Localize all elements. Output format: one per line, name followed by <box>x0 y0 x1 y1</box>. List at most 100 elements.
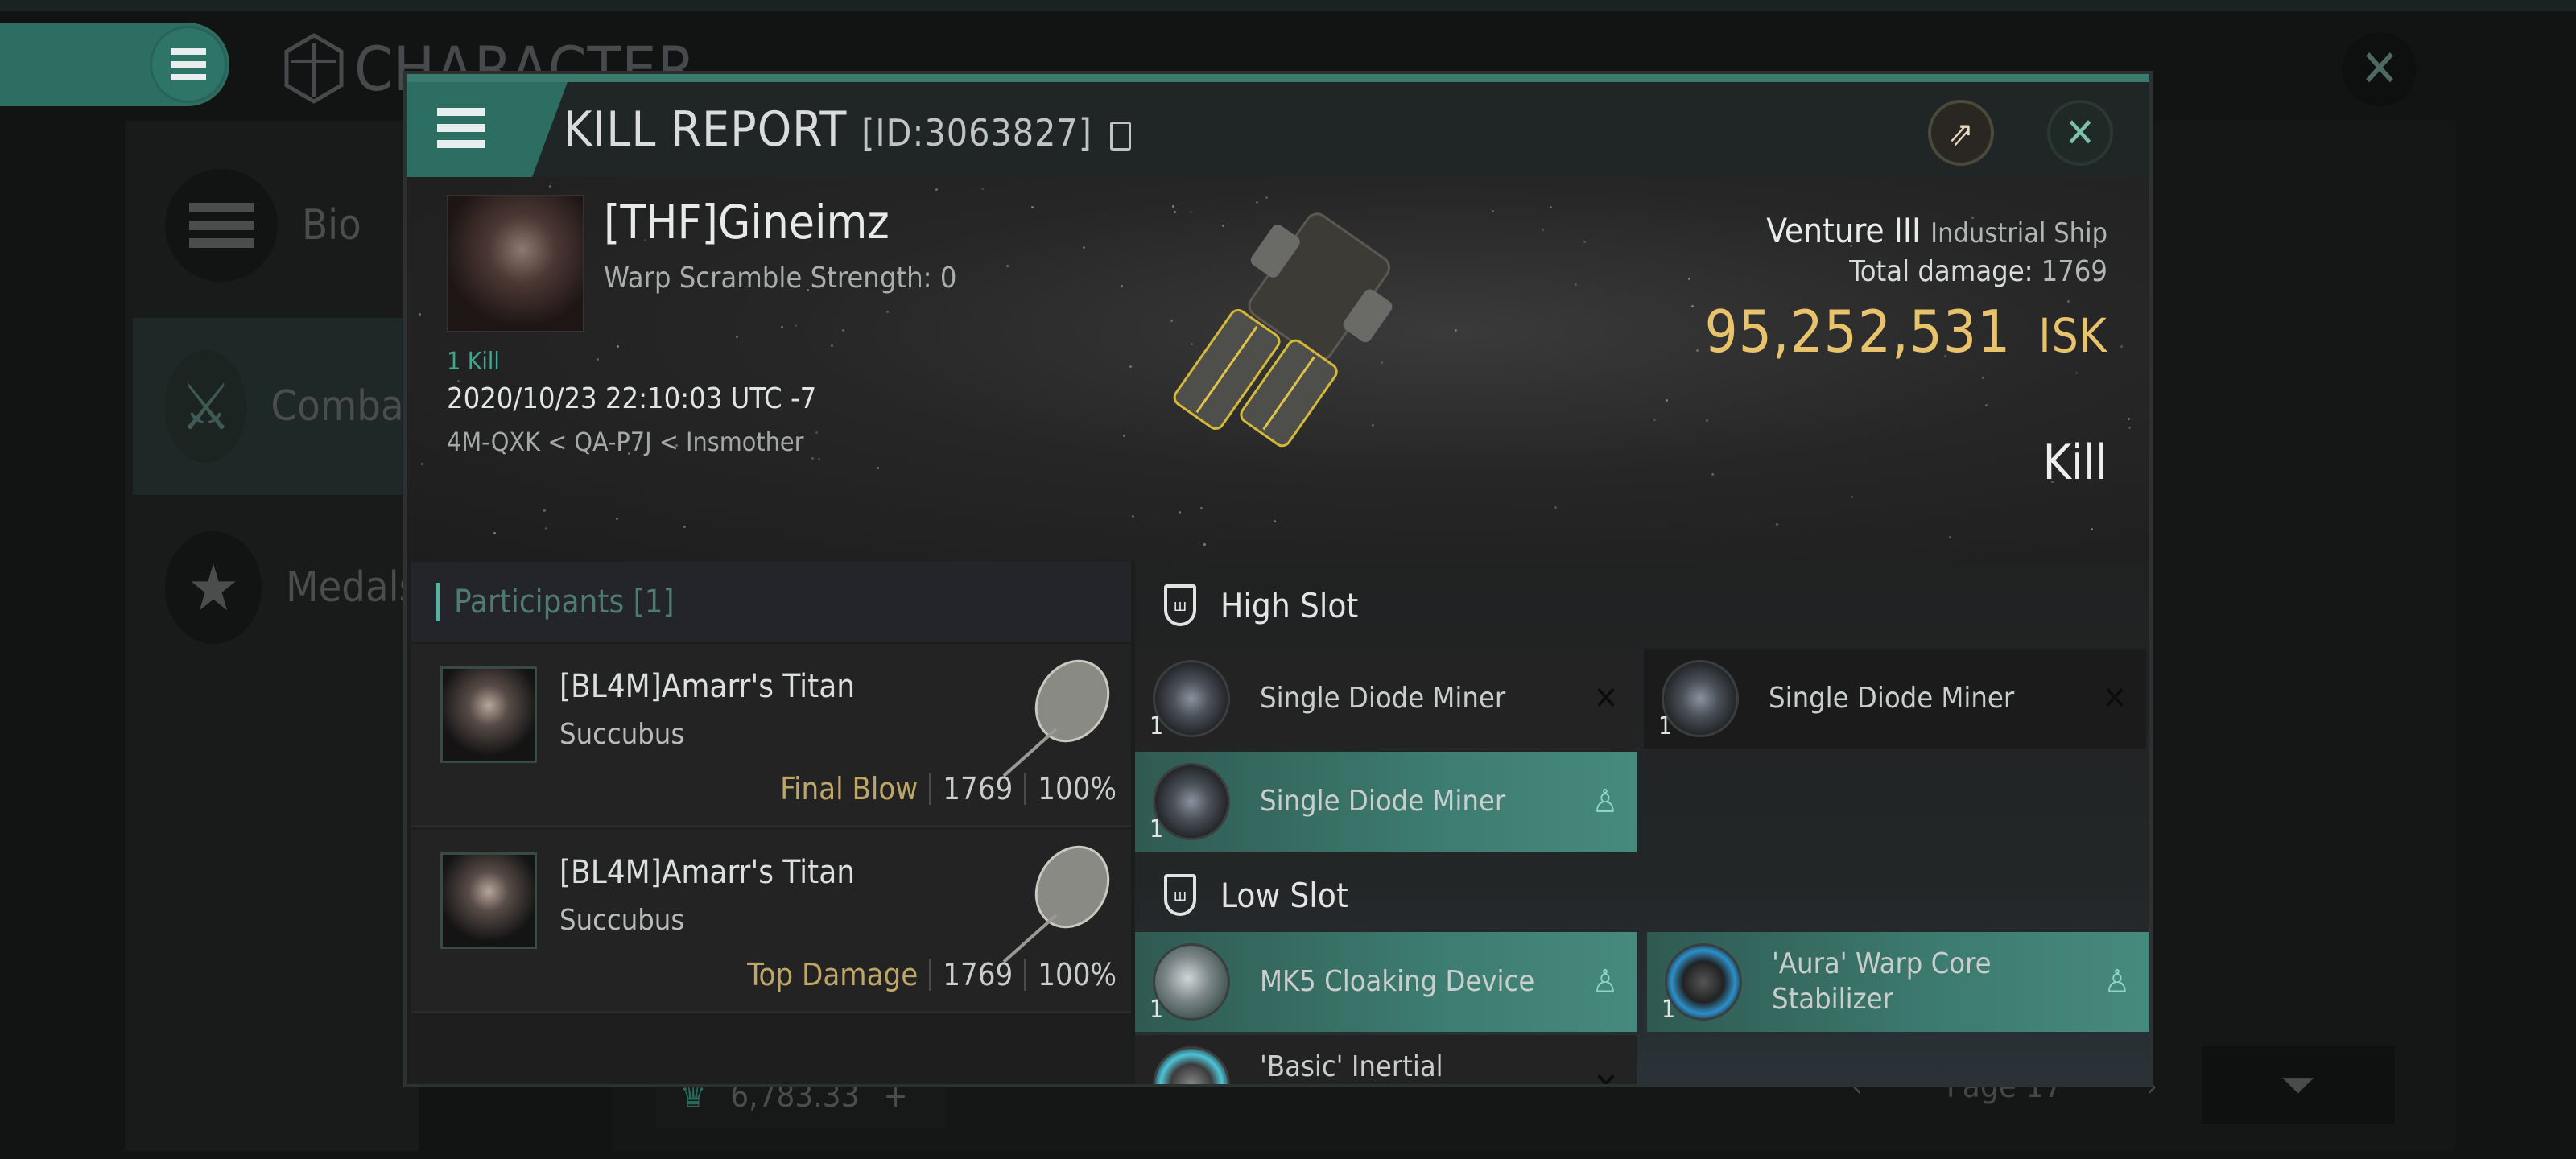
participant-percent: 100% <box>1038 771 1117 806</box>
module-item[interactable]: 1 Single Diode Miner ♙ <box>1135 752 1637 852</box>
close-character-button[interactable]: ✕ <box>2343 32 2417 106</box>
star-decoration <box>935 188 938 191</box>
star-decoration <box>886 310 890 313</box>
kill-result-label: Kill <box>2042 435 2107 491</box>
star-decoration <box>1031 206 1034 209</box>
sidebar-item-label: Combat <box>270 382 419 431</box>
participants-title: Participants [1] <box>454 584 675 621</box>
fitting-panel[interactable]: ш High Slot 1 Single Diode Miner ✕ 1 Sin… <box>1135 562 2149 1084</box>
vitruvian-icon <box>284 33 344 104</box>
star-decoration <box>1203 542 1207 546</box>
module-name: Single Diode Miner <box>1769 682 2015 715</box>
star-decoration <box>1851 496 1854 499</box>
participants-panel: Participants [1] [BL4M]Amarr's Titan Suc… <box>411 562 1131 1084</box>
star-decoration <box>1695 349 1699 353</box>
star-decoration <box>1171 205 1174 208</box>
participant-ship-image <box>1002 659 1110 777</box>
star-decoration <box>543 509 546 513</box>
module-name: 'Aura' Warp Core Stabilizer <box>1772 947 1992 1016</box>
participant-row[interactable]: [BL4M]Amarr's Titan Succubus Final Blow … <box>411 644 1131 827</box>
star-decoration <box>818 458 821 461</box>
star-decoration <box>735 336 738 339</box>
participant-stats: Top Damage 1769 100% <box>747 957 1117 992</box>
destroyed-icon: ✕ <box>1594 1066 1618 1084</box>
participant-stats: Final Blow 1769 100% <box>780 771 1117 806</box>
star-decoration <box>493 532 497 535</box>
ship-info: Venture III Industrial Ship Total damage… <box>1705 211 2108 365</box>
total-damage-label: Total damage: <box>1849 255 2033 288</box>
miner-icon <box>1662 660 1739 737</box>
star-decoration <box>1984 403 1988 406</box>
main-menu-button[interactable] <box>150 26 227 103</box>
modal-menu-button[interactable] <box>407 82 568 177</box>
module-item[interactable]: 1 Single Diode Miner ✕ <box>1135 649 1637 749</box>
ship-image[interactable] <box>1131 209 1469 475</box>
high-slot-icon: ш <box>1164 584 1196 626</box>
star-decoration <box>1006 264 1009 267</box>
module-name: Single Diode Miner <box>1260 682 1506 715</box>
module-item[interactable]: 1 MK5 Cloaking Device ♙ <box>1135 932 1637 1032</box>
share-button[interactable]: ⇗ <box>1928 100 1994 166</box>
star-decoration <box>1121 284 1124 287</box>
module-item[interactable]: 1 'Aura' Warp Core Stabilizer ♙ <box>1647 932 2149 1032</box>
star-decoration <box>842 328 845 332</box>
filter-button[interactable]: ⏷ <box>2202 1046 2395 1124</box>
close-button[interactable]: ✕ <box>2047 100 2113 166</box>
star-decoration <box>545 527 548 530</box>
star-decoration <box>1123 435 1126 438</box>
modal-header: KILL REPORT [ID:3063827] ⇗ ✕ <box>407 82 2149 177</box>
participant-portrait[interactable] <box>440 666 537 763</box>
star-decoration <box>815 431 818 434</box>
modal-accent-line <box>407 74 2149 82</box>
star-decoration <box>1265 196 1269 200</box>
star-decoration <box>421 463 424 466</box>
isk-value: 95,252,531 <box>1704 298 2012 365</box>
kill-datetime: 2020/10/23 22:10:03 UTC -7 <box>447 382 817 415</box>
star-decoration <box>1083 246 1086 250</box>
star-decoration <box>419 313 422 316</box>
star-decoration <box>1665 399 1668 402</box>
participant-damage: 1769 <box>943 957 1013 992</box>
star-decoration <box>596 357 599 361</box>
ship-name[interactable]: Venture III <box>1766 211 1921 250</box>
star-decoration <box>1550 205 1553 208</box>
participants-header[interactable]: Participants [1] <box>411 562 1131 642</box>
star-decoration <box>2074 371 2078 374</box>
module-item[interactable]: 1 'Basic' Inertial Stabilizer ✕ <box>1135 1035 1637 1084</box>
module-name: 'Basic' Inertial Stabilizer <box>1260 1050 1443 1083</box>
participant-row[interactable]: [BL4M]Amarr's Titan Succubus Top Damage … <box>411 830 1131 1013</box>
star-decoration <box>2128 426 2132 429</box>
ship-class: Industrial Ship <box>1930 217 2107 250</box>
module-item[interactable]: 1 Single Diode Miner ✕ <box>1644 649 2146 749</box>
close-icon: ✕ <box>2359 39 2400 99</box>
crossed-swords-icon: ⚔ <box>165 350 247 463</box>
copy-icon[interactable] <box>1109 122 1131 151</box>
star-decoration <box>1690 304 1694 307</box>
sidebar-item-bio[interactable]: Bio <box>133 137 419 314</box>
star-decoration <box>1274 520 1277 522</box>
star-decoration <box>1653 419 1656 422</box>
participant-percent: 100% <box>1038 957 1117 992</box>
slot-header-high: ш High Slot <box>1135 562 2149 649</box>
star-decoration <box>1583 241 1587 244</box>
participant-portrait[interactable] <box>440 852 537 949</box>
sidebar-item-combat[interactable]: ⚔ Combat <box>133 318 419 495</box>
victim-portrait[interactable] <box>447 195 584 332</box>
star-decoration <box>1948 535 1951 538</box>
total-damage-value: 1769 <box>2041 255 2107 288</box>
participant-ship: Succubus <box>559 904 685 937</box>
star-decoration <box>2128 417 2131 420</box>
filter-icon: ⏷ <box>2281 1059 2316 1110</box>
participant-ship: Succubus <box>559 718 685 751</box>
star-decoration <box>795 324 798 328</box>
victim-name[interactable]: [THF]Gineimz <box>604 195 890 250</box>
sidebar-item-medals[interactable]: ★ Medals <box>133 499 419 676</box>
close-icon: ✕ <box>2065 109 2095 156</box>
module-quantity: 1 <box>1658 712 1673 740</box>
divider <box>1024 773 1027 805</box>
star-decoration <box>548 184 551 188</box>
low-slot-icon: ш <box>1164 874 1196 916</box>
star-decoration <box>1688 278 1691 281</box>
sidebar: Bio ⚔ Combat ★ Medals <box>125 121 419 1151</box>
star-decoration <box>1575 283 1578 286</box>
